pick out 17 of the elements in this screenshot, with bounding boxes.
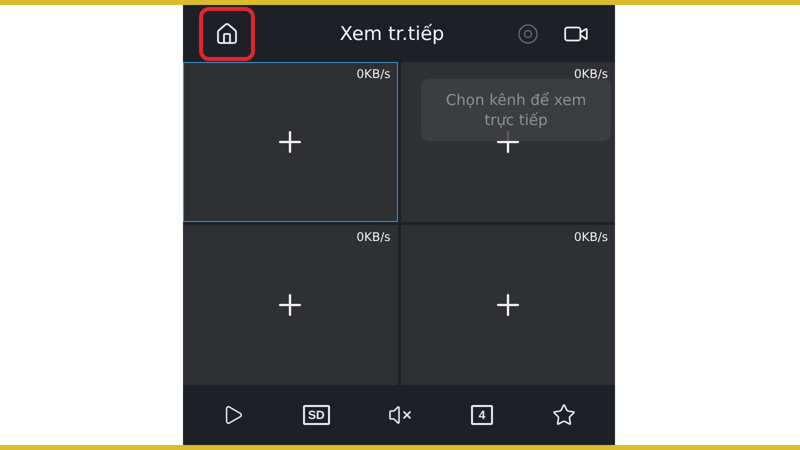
toolbar-button[interactable]: SD: [302, 405, 330, 425]
toolbar-button[interactable]: 4: [470, 405, 493, 425]
mute-icon: [388, 403, 412, 427]
favorite-button[interactable]: [552, 403, 576, 427]
video-cell[interactable]: 0KB/s: [183, 62, 398, 222]
video-cell[interactable]: 0KB/s: [400, 225, 615, 385]
mute-button[interactable]: [388, 403, 412, 427]
speed-label: 0KB/s: [356, 230, 390, 244]
settings-icon: [517, 22, 539, 44]
screen-title: Xem tr.tiếp: [338, 22, 446, 44]
speed-label: 0KB/s: [356, 67, 390, 81]
speed-label: 0KB/s: [574, 67, 608, 81]
home-icon: [215, 22, 239, 46]
star-icon: [552, 403, 576, 427]
toast-message: Chọn kênh để xem trực tiếp: [421, 79, 611, 141]
video-cell[interactable]: 0KB/s: [183, 225, 398, 385]
speed-label: 0KB/s: [574, 230, 608, 244]
